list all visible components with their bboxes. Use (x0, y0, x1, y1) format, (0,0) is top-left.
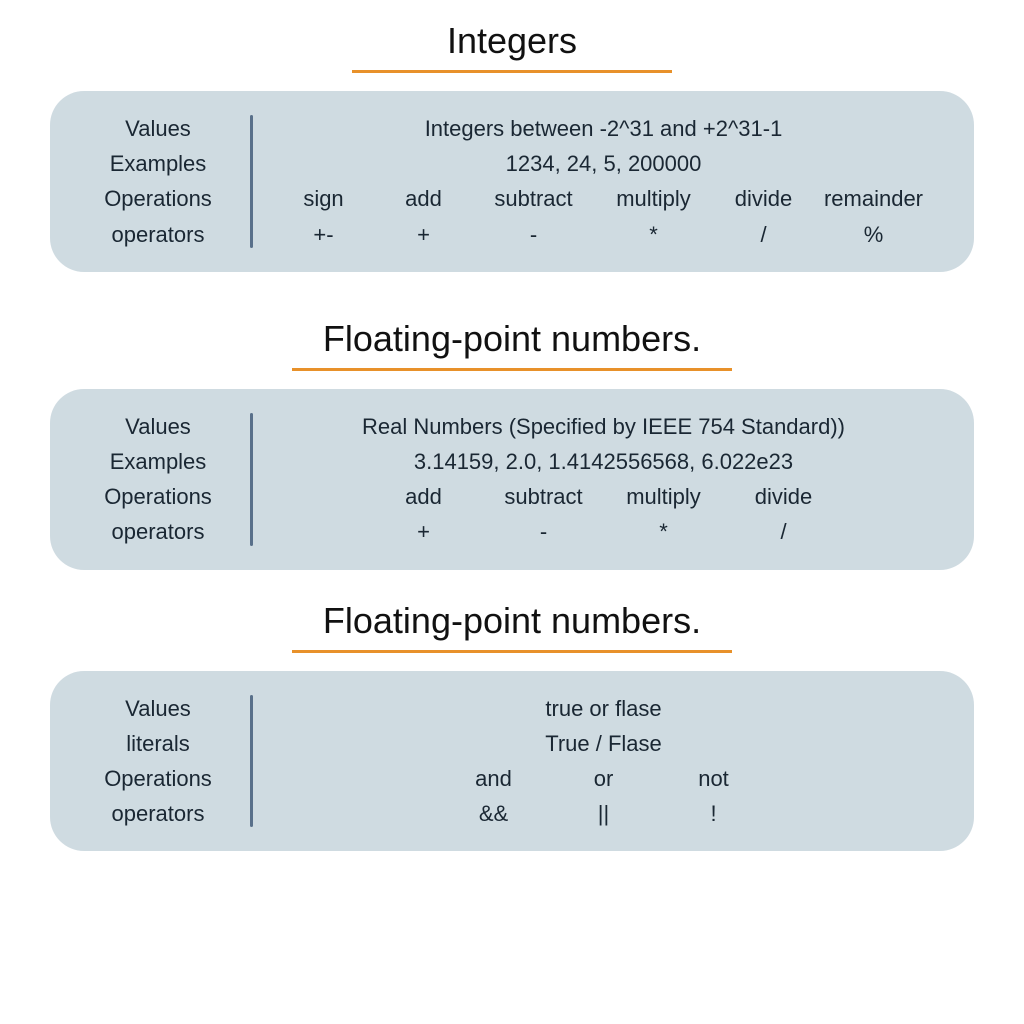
op-sym: * (604, 514, 724, 549)
op-name: subtract (484, 479, 604, 514)
op-name: remainder (814, 181, 934, 216)
op-sym: / (714, 217, 814, 252)
label-examples: Examples (80, 146, 236, 181)
op-name: multiply (594, 181, 714, 216)
card-float: Values Examples Operations operators Rea… (50, 389, 974, 570)
labels-col: Values Examples Operations operators (80, 409, 250, 550)
label-values: Values (80, 409, 236, 444)
op-name: and (439, 761, 549, 796)
title-underline (292, 650, 732, 653)
op-sym: +- (274, 217, 374, 252)
title-underline (292, 368, 732, 371)
op-sym: % (814, 217, 934, 252)
ops-table: and&& or|| not! (263, 761, 944, 831)
values-line: Integers between -2^31 and +2^31-1 (263, 111, 944, 146)
label-values: Values (80, 111, 236, 146)
title-underline (352, 70, 672, 73)
label-operators: operators (80, 796, 236, 831)
op-name: sign (274, 181, 374, 216)
op-sym: / (724, 514, 844, 549)
label-literals: literals (80, 726, 236, 761)
op-name: add (374, 181, 474, 216)
examples-line: 1234, 24, 5, 200000 (263, 146, 944, 181)
section-integers: Integers Values Examples Operations oper… (50, 20, 974, 272)
op-name: add (364, 479, 484, 514)
op-sym: + (364, 514, 484, 549)
section-bool: Floating-point numbers. Values literals … (50, 600, 974, 852)
values-line: Real Numbers (Specified by IEEE 754 Stan… (263, 409, 944, 444)
section-title: Floating-point numbers. (323, 600, 701, 642)
content-col: Real Numbers (Specified by IEEE 754 Stan… (253, 409, 944, 550)
labels-col: Values literals Operations operators (80, 691, 250, 832)
op-sym: && (439, 796, 549, 831)
content-col: Integers between -2^31 and +2^31-1 1234,… (253, 111, 944, 252)
ops-table: sign+- add+ subtract- multiply* divide/ … (263, 181, 944, 251)
section-title: Floating-point numbers. (323, 318, 701, 360)
card-integers: Values Examples Operations operators Int… (50, 91, 974, 272)
content-col: true or flase True / Flase and&& or|| no… (253, 691, 944, 832)
title-wrap: Integers (50, 20, 974, 73)
op-name: subtract (474, 181, 594, 216)
op-name: or (549, 761, 659, 796)
ops-table: add+ subtract- multiply* divide/ (263, 479, 944, 549)
label-operators: operators (80, 217, 236, 252)
section-title: Integers (447, 20, 577, 62)
label-operations: Operations (80, 761, 236, 796)
examples-line: 3.14159, 2.0, 1.4142556568, 6.022e23 (263, 444, 944, 479)
label-operations: Operations (80, 479, 236, 514)
op-sym: - (484, 514, 604, 549)
card-bool: Values literals Operations operators tru… (50, 671, 974, 852)
label-examples: Examples (80, 444, 236, 479)
op-name: divide (714, 181, 814, 216)
values-line: true or flase (263, 691, 944, 726)
title-wrap: Floating-point numbers. (50, 600, 974, 653)
op-sym: ! (659, 796, 769, 831)
op-sym: - (474, 217, 594, 252)
label-operators: operators (80, 514, 236, 549)
op-sym: + (374, 217, 474, 252)
op-sym: * (594, 217, 714, 252)
title-wrap: Floating-point numbers. (50, 318, 974, 371)
labels-col: Values Examples Operations operators (80, 111, 250, 252)
op-name: divide (724, 479, 844, 514)
op-name: not (659, 761, 769, 796)
literals-line: True / Flase (263, 726, 944, 761)
op-sym: || (549, 796, 659, 831)
label-operations: Operations (80, 181, 236, 216)
label-values: Values (80, 691, 236, 726)
op-name: multiply (604, 479, 724, 514)
section-float: Floating-point numbers. Values Examples … (50, 318, 974, 570)
